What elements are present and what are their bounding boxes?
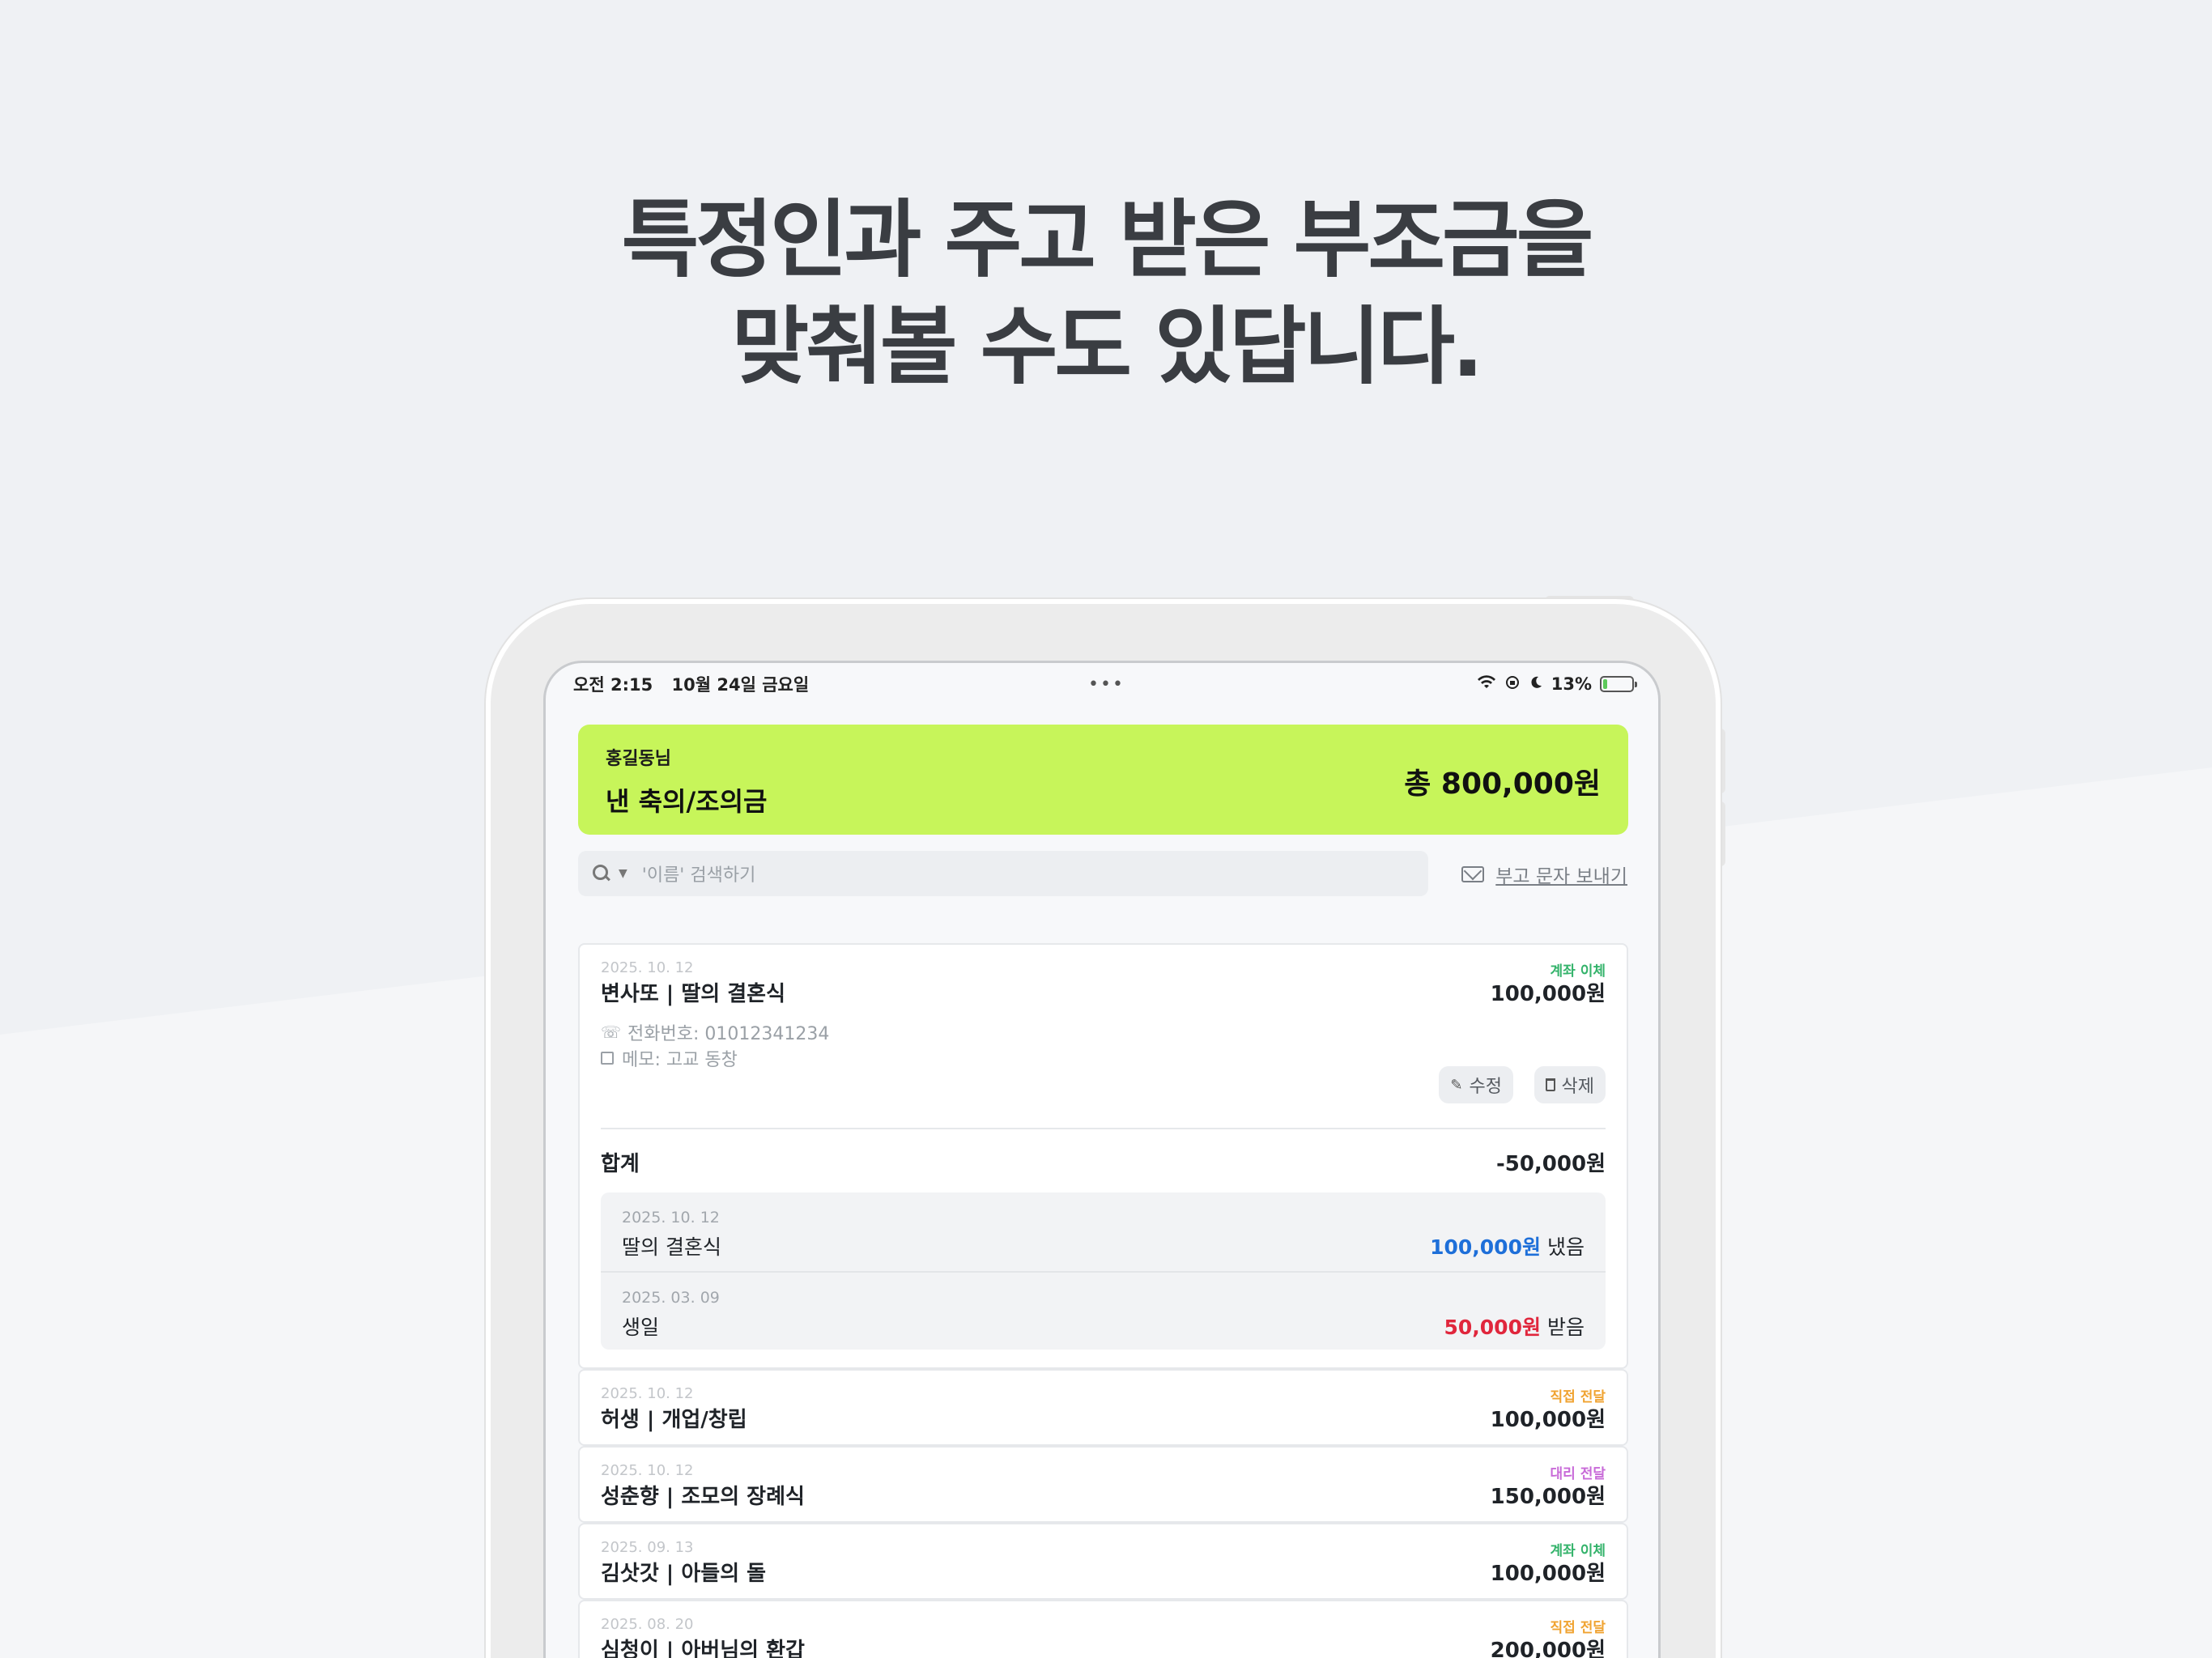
pencil-icon: ✎ <box>1450 1076 1463 1093</box>
phone-icon: ☏ <box>601 1022 622 1042</box>
record-amount: 100,000원 <box>1490 982 1606 1006</box>
memo-icon <box>601 1052 614 1065</box>
history-event: 딸의 결혼식 <box>622 1235 721 1259</box>
record-amount: 200,000원 <box>1490 1639 1606 1658</box>
record-card[interactable]: 2025. 08. 20 심청이 | 아버님의 환갑 직접 전달 200,000… <box>578 1600 1628 1658</box>
battery-percent: 13% <box>1551 674 1592 694</box>
record-title: 성춘향 | 조모의 장례식 <box>601 1485 805 1509</box>
summary-total: 총 800,000원 <box>1404 767 1601 801</box>
edit-label: 수정 <box>1469 1076 1502 1096</box>
headline-line-2: 맞춰볼 수도 있답니다. <box>731 297 1483 396</box>
record-title: 허생 | 개업/창립 <box>601 1408 747 1432</box>
status-left: 오전 2:15 10월 24일 금요일 <box>573 672 822 696</box>
moon-icon <box>1529 674 1543 694</box>
chevron-down-icon[interactable]: ▼ <box>619 867 627 880</box>
delete-label: 삭제 <box>1561 1076 1594 1096</box>
history-amount-value: 50,000원 <box>1444 1316 1541 1339</box>
search-icon <box>593 865 610 882</box>
status-date: 10월 24일 금요일 <box>671 675 810 695</box>
exchange-history: 2025. 10. 12 딸의 결혼식 100,000원 냈음 2025. 03.… <box>601 1192 1606 1350</box>
sum-label: 합계 <box>601 1152 640 1176</box>
history-amount: 50,000원 받음 <box>1444 1312 1585 1341</box>
battery-icon <box>1600 676 1637 692</box>
record-date: 2025. 10. 12 <box>601 959 694 976</box>
record-amount: 100,000원 <box>1490 1408 1606 1432</box>
record-title: 김삿갓 | 아들의 돌 <box>601 1562 767 1586</box>
record-date: 2025. 10. 12 <box>601 1462 694 1479</box>
orientation-lock-icon <box>1504 674 1521 695</box>
delete-button[interactable]: 삭제 <box>1534 1066 1606 1103</box>
status-right: 13% <box>1477 674 1637 695</box>
search-placeholder: '이름' 검색하기 <box>641 865 756 886</box>
history-amount: 100,000원 냈음 <box>1430 1231 1585 1261</box>
record-title: 변사또 | 딸의 결혼식 <box>601 982 786 1006</box>
mail-icon <box>1461 866 1485 882</box>
history-direction: 냈음 <box>1546 1235 1585 1259</box>
record-card[interactable]: 2025. 10. 12 허생 | 개업/창립 직접 전달 100,000원 <box>578 1369 1628 1446</box>
history-date: 2025. 10. 12 <box>622 1209 720 1226</box>
expanded-record-card[interactable]: 2025. 10. 12 변사또 | 딸의 결혼식 계좌 이체 100,000원… <box>578 943 1628 1369</box>
summary-card: 홍길동님 낸 축의/조의금 총 800,000원 <box>578 725 1628 835</box>
trash-icon <box>1545 1078 1555 1091</box>
record-date: 2025. 10. 12 <box>601 1385 694 1402</box>
status-time: 오전 2:15 <box>573 675 653 695</box>
send-obituary-sms-link[interactable]: 부고 문자 보내기 <box>1461 861 1627 888</box>
sum-value: -50,000원 <box>1495 1152 1606 1176</box>
history-amount-value: 100,000원 <box>1430 1235 1541 1259</box>
edit-button[interactable]: ✎ 수정 <box>1439 1066 1513 1103</box>
send-obituary-sms-label: 부고 문자 보내기 <box>1495 866 1627 887</box>
memo-row: 메모: 고교 동창 <box>601 1045 738 1071</box>
tablet-screen: 오전 2:15 10월 24일 금요일 13% ••• 홍길동님 낸 축의/조의… <box>543 661 1661 1658</box>
phone-text: 전화번호: 01012341234 <box>627 1024 830 1044</box>
battery-fill <box>1603 679 1607 689</box>
record-title: 심청이 | 아버님의 환갑 <box>601 1639 805 1658</box>
headline: 특정인과 주고 받은 부조금을 맞춰볼 수도 있답니다. <box>0 186 2212 400</box>
record-card[interactable]: 2025. 10. 12 성춘향 | 조모의 장례식 대리 전달 150,000… <box>578 1446 1628 1523</box>
record-card[interactable]: 2025. 09. 13 김삿갓 | 아들의 돌 계좌 이체 100,000원 <box>578 1523 1628 1600</box>
record-amount: 150,000원 <box>1490 1485 1606 1509</box>
history-event: 생일 <box>622 1316 660 1339</box>
history-direction: 받음 <box>1546 1316 1585 1339</box>
record-amount: 100,000원 <box>1490 1562 1606 1586</box>
record-date: 2025. 08. 20 <box>601 1616 694 1633</box>
multitask-dots[interactable]: ••• <box>1088 674 1125 695</box>
memo-text: 메모: 고교 동창 <box>622 1050 738 1070</box>
history-row: 2025. 03. 09 생일 50,000원 받음 <box>601 1271 1606 1350</box>
wifi-icon <box>1477 674 1496 694</box>
phone-row: ☏ 전화번호: 01012341234 <box>601 1019 829 1045</box>
headline-line-1: 특정인과 주고 받은 부조금을 <box>621 190 1594 289</box>
history-row: 2025. 10. 12 딸의 결혼식 100,000원 냈음 <box>601 1192 1606 1271</box>
history-date: 2025. 03. 09 <box>622 1289 720 1307</box>
search-input[interactable]: ▼ '이름' 검색하기 <box>578 851 1428 896</box>
card-divider <box>601 1128 1606 1129</box>
record-date: 2025. 09. 13 <box>601 1539 694 1556</box>
